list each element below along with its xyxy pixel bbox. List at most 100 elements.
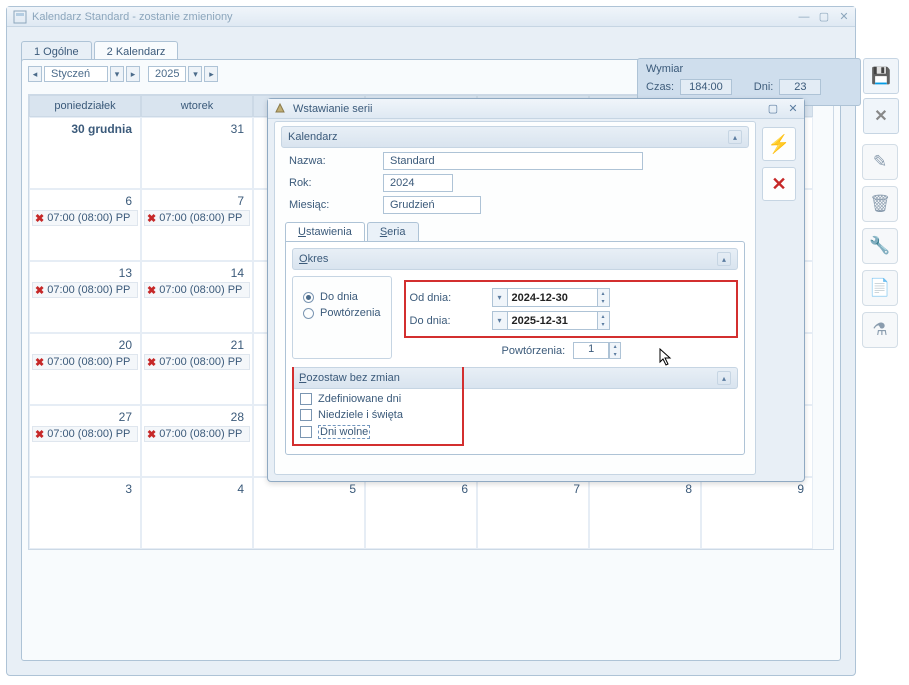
day-cell[interactable]: 21✖07:00 (08:00) PP <box>141 333 253 405</box>
minimize-button[interactable]: — <box>799 12 809 22</box>
tool-wand[interactable]: ✎ <box>862 144 898 180</box>
x-icon: ✖ <box>147 284 156 297</box>
repeat-spinner[interactable]: ▴▾ <box>609 342 621 359</box>
note-icon: 📄 <box>869 278 890 298</box>
month-field[interactable]: Grudzień <box>383 196 481 214</box>
cancel-button[interactable]: ✕ <box>762 167 796 201</box>
dialog-icon <box>274 102 288 116</box>
month-dropdown-button[interactable]: ▾ <box>110 66 124 82</box>
day-cell[interactable]: 31 <box>141 117 253 189</box>
maximize-button[interactable]: ▢ <box>819 12 829 22</box>
cb-days-off[interactable]: Dni wolne <box>300 425 456 439</box>
to-spinner[interactable]: ▴▾ <box>598 311 610 330</box>
name-label: Nazwa: <box>289 155 377 167</box>
to-row: Do dnia: ▾ 2025-12-31 ▴▾ <box>410 311 732 330</box>
days-value: 23 <box>779 79 821 95</box>
x-icon: ✖ <box>147 428 156 441</box>
side-toolbar: 💾 ✕ <box>863 58 903 134</box>
day-cell[interactable]: 20✖07:00 (08:00) PP <box>29 333 141 405</box>
from-date-value: 2024-12-30 <box>508 288 598 307</box>
next-year-button[interactable]: ▸ <box>204 66 218 82</box>
series-dialog: Wstawianie serii ▢ ✕ ⚡ ✕ Kalendarz▴ Nazw… <box>267 98 805 482</box>
from-label: Od dnia: <box>410 292 492 304</box>
day-event[interactable]: ✖07:00 (08:00) PP <box>144 210 250 226</box>
save-button[interactable]: 💾 <box>863 58 899 94</box>
close-icon: ✕ <box>874 106 887 126</box>
day-cell[interactable]: 9 <box>701 477 813 549</box>
day-event[interactable]: ✖07:00 (08:00) PP <box>144 282 250 298</box>
period-mode-group: Do dnia Powtórzenia <box>292 276 392 359</box>
section-period-header[interactable]: Okres▴ <box>292 248 738 270</box>
day-cell[interactable]: 6 <box>365 477 477 549</box>
year-select[interactable]: 2025 <box>148 66 186 82</box>
x-icon: ✖ <box>35 356 44 369</box>
day-event[interactable]: ✖07:00 (08:00) PP <box>32 282 138 298</box>
cb-defined-days[interactable]: Zdefiniowane dni <box>300 393 456 405</box>
day-cell[interactable]: 7✖07:00 (08:00) PP <box>141 189 253 261</box>
radio-repeat[interactable]: Powtórzenia <box>303 307 381 319</box>
day-event[interactable]: ✖07:00 (08:00) PP <box>144 354 250 370</box>
day-event[interactable]: ✖07:00 (08:00) PP <box>144 426 250 442</box>
row-year: Rok: 2024 <box>289 174 741 192</box>
close-panel-button[interactable]: ✕ <box>863 98 899 134</box>
repeat-field[interactable]: 1 ▴▾ <box>573 342 621 359</box>
prev-month-button[interactable]: ◂ <box>28 66 42 82</box>
close-button[interactable]: ✕ <box>839 12 849 22</box>
day-cell[interactable]: 28✖07:00 (08:00) PP <box>141 405 253 477</box>
month-select[interactable]: Styczeń <box>44 66 108 82</box>
chevron-down-icon: ▾ <box>598 298 609 307</box>
year-field[interactable]: 2024 <box>383 174 453 192</box>
day-cell[interactable]: 7 <box>477 477 589 549</box>
day-event[interactable]: ✖07:00 (08:00) PP <box>32 354 138 370</box>
radio-until[interactable]: Do dnia <box>303 291 381 303</box>
dropdown-icon[interactable]: ▾ <box>492 288 508 307</box>
day-cell[interactable]: 14✖07:00 (08:00) PP <box>141 261 253 333</box>
cb-sundays-holidays[interactable]: Niedziele i święta <box>300 409 456 421</box>
day-event[interactable]: ✖07:00 (08:00) PP <box>32 210 138 226</box>
far-toolbar: ✎ 🗑 🔧 📄 ⚗ <box>862 144 902 348</box>
tool-bottle[interactable]: ⚗ <box>862 312 898 348</box>
chevron-up-icon: ▴ <box>610 343 620 351</box>
tool-wrench[interactable]: 🔧 <box>862 228 898 264</box>
day-cell[interactable]: 3 <box>29 477 141 549</box>
day-cell[interactable]: 8 <box>589 477 701 549</box>
day-cell[interactable]: 6✖07:00 (08:00) PP <box>29 189 141 261</box>
tool-note[interactable]: 📄 <box>862 270 898 306</box>
day-event[interactable]: ✖07:00 (08:00) PP <box>32 426 138 442</box>
bottle-icon: ⚗ <box>872 320 887 340</box>
day-cell[interactable]: 4 <box>141 477 253 549</box>
chevron-up-icon: ▴ <box>598 312 609 321</box>
section-calendar-header[interactable]: Kalendarz▴ <box>281 126 749 148</box>
chevron-up-icon: ▴ <box>717 252 731 266</box>
dialog-maximize-button[interactable]: ▢ <box>768 104 778 114</box>
save-icon: 💾 <box>871 66 891 86</box>
dropdown-icon[interactable]: ▾ <box>492 311 508 330</box>
name-field[interactable]: Standard <box>383 152 643 170</box>
day-cell[interactable]: 30 grudnia <box>29 117 141 189</box>
next-month-button[interactable]: ▸ <box>126 66 140 82</box>
x-icon: ✖ <box>35 212 44 225</box>
col-mon: poniedziałek <box>29 95 141 117</box>
from-spinner[interactable]: ▴▾ <box>598 288 610 307</box>
tool-trash[interactable]: 🗑 <box>862 186 898 222</box>
cancel-icon: ✕ <box>771 174 786 195</box>
period-box: Do dnia Powtórzenia Od dnia: ▾ 2024-12-3… <box>292 276 738 359</box>
wrench-icon: 🔧 <box>869 236 890 256</box>
to-label: Do dnia: <box>410 315 492 327</box>
inner-panel: Okres▴ Do dnia Powtórzenia Od dnia: ▾ 20… <box>285 241 745 455</box>
apply-button[interactable]: ⚡ <box>762 127 796 161</box>
bolt-icon: ⚡ <box>768 134 790 155</box>
tab-settings[interactable]: Ustawienia <box>285 222 365 241</box>
tab-series[interactable]: Seria <box>367 222 419 241</box>
dialog-close-button[interactable]: ✕ <box>788 104 798 114</box>
dialog-body: Kalendarz▴ Nazwa: Standard Rok: 2024 Mie… <box>274 121 756 475</box>
from-date-field[interactable]: ▾ 2024-12-30 ▴▾ <box>492 288 610 307</box>
day-cell[interactable]: 5 <box>253 477 365 549</box>
summary-title: Wymiar <box>646 63 852 75</box>
checkbox-icon <box>300 426 312 438</box>
year-dropdown-button[interactable]: ▾ <box>188 66 202 82</box>
day-cell[interactable]: 13✖07:00 (08:00) PP <box>29 261 141 333</box>
day-cell[interactable]: 27✖07:00 (08:00) PP <box>29 405 141 477</box>
to-date-field[interactable]: ▾ 2025-12-31 ▴▾ <box>492 311 610 330</box>
wand-icon: ✎ <box>873 152 887 172</box>
